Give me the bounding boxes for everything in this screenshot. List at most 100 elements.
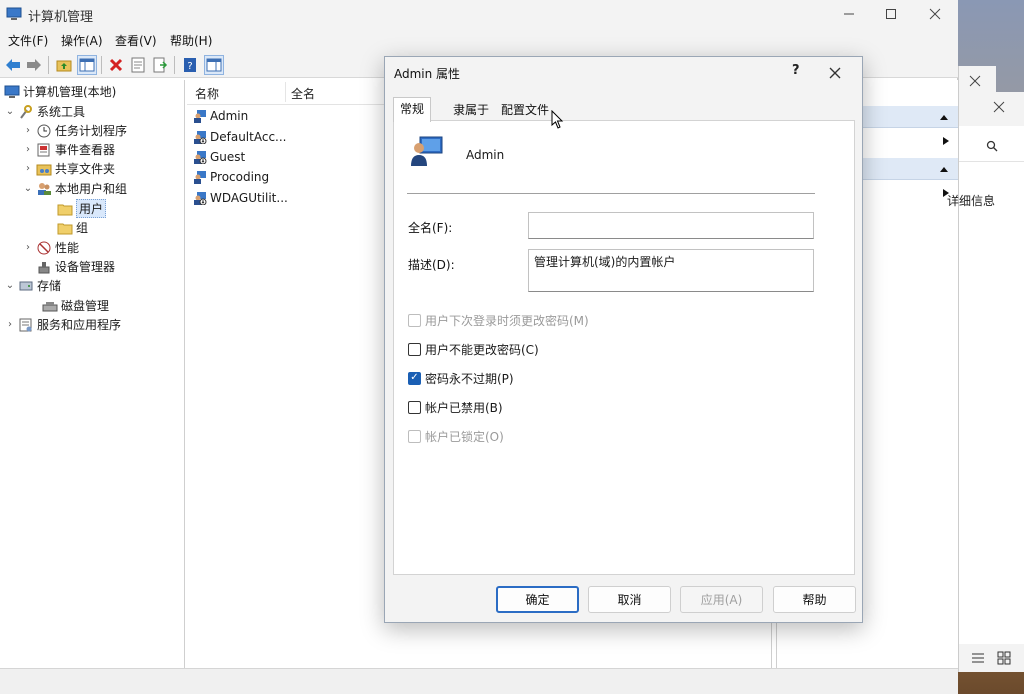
list-item[interactable]: DefaultAcc... [193, 127, 286, 147]
list-item[interactable]: Procoding [193, 167, 269, 187]
folder-up-icon [56, 60, 72, 72]
description-label: 描述(D): [408, 258, 455, 272]
shared-folder-icon [36, 162, 52, 176]
detail-label[interactable]: 详细信息 [947, 192, 995, 209]
forward-arrow-icon [27, 59, 41, 71]
menu-bar: 文件(F) 操作(A) 查看(V) 帮助(H) [0, 28, 958, 52]
tree-item-users[interactable]: 用户 [0, 199, 185, 218]
close-icon[interactable] [969, 75, 981, 87]
close-icon[interactable] [993, 101, 1005, 113]
details-view-icon[interactable] [971, 652, 985, 664]
action-pane-icon [206, 58, 222, 72]
account-locked-checkbox: 帐户已锁定(O) [408, 428, 504, 444]
tree-item-shared-folders[interactable]: › 共享文件夹 [0, 159, 185, 178]
chevron-right-icon[interactable]: › [22, 125, 34, 136]
checkbox-box[interactable] [408, 342, 421, 356]
device-manager-icon [36, 260, 52, 274]
checkbox-box [408, 313, 421, 327]
help-button[interactable]: 帮助 [773, 586, 856, 613]
collapse-up-icon[interactable] [939, 113, 949, 121]
tree-item-performance[interactable]: › 性能 [0, 238, 185, 257]
tiles-view-icon[interactable] [997, 651, 1011, 665]
dialog-close-button[interactable] [828, 60, 842, 85]
export-icon [153, 57, 168, 73]
tree-item-system-tools[interactable]: ⌄ 系统工具 [0, 102, 185, 121]
menu-file[interactable]: 文件(F) [8, 32, 48, 49]
menu-action[interactable]: 操作(A) [61, 32, 103, 49]
dialog-help-button[interactable]: ? [792, 63, 800, 78]
chevron-down-icon[interactable]: ⌄ [22, 183, 34, 194]
tab-general[interactable]: 常规 [393, 97, 432, 122]
tree-item-groups[interactable]: 组 [0, 218, 185, 237]
window-title: 计算机管理 [28, 10, 94, 25]
up-level-button[interactable] [54, 55, 74, 75]
collapse-up-icon[interactable] [939, 165, 949, 173]
minimize-button[interactable] [826, 0, 872, 28]
show-hide-tree-button[interactable] [77, 55, 97, 75]
cannot-change-password-checkbox[interactable]: 用户不能更改密码(C) [408, 341, 539, 357]
tree-item-disk-management[interactable]: 磁盘管理 [0, 296, 185, 315]
disabled-user-icon [193, 191, 207, 206]
chevron-right-icon[interactable]: › [22, 163, 34, 174]
tree-item-root[interactable]: 计算机管理(本地) [0, 82, 185, 101]
fullname-label: 全名(F): [408, 221, 453, 235]
chevron-right-icon[interactable]: › [22, 242, 34, 253]
password-never-expires-checkbox[interactable]: ✓ 密码永不过期(P) [408, 370, 514, 386]
user-icon [193, 170, 207, 184]
export-list-button[interactable] [150, 55, 170, 75]
tree-item-services-apps[interactable]: › 服务和应用程序 [0, 315, 185, 334]
search-icon[interactable] [986, 140, 998, 152]
folder-icon [57, 202, 73, 216]
folder-icon [57, 221, 73, 235]
show-hide-action-pane-button[interactable] [204, 55, 224, 75]
close-window-button[interactable] [912, 0, 958, 28]
column-resize-handle[interactable] [285, 82, 286, 102]
search-box[interactable] [959, 130, 1024, 162]
tools-icon [18, 104, 34, 119]
list-item[interactable]: WDAGUtilit... [193, 188, 288, 208]
tree-item-storage[interactable]: ⌄ 存储 [0, 276, 185, 295]
fullname-input[interactable] [528, 212, 814, 239]
computer-management-icon [6, 7, 22, 20]
chevron-down-icon[interactable]: ⌄ [4, 106, 16, 117]
admin-properties-dialog: Admin 属性 ? 常规 隶属于 配置文件 Admin 全名(F): 描述(D… [384, 56, 863, 623]
dialog-tabs: 常规 隶属于 配置文件 [393, 97, 853, 122]
help-toolbar-button[interactable]: ? [180, 55, 200, 75]
properties-button[interactable] [128, 55, 148, 75]
chevron-right-icon[interactable]: › [22, 144, 34, 155]
tree-item-task-scheduler[interactable]: › 任务计划程序 [0, 121, 185, 140]
cancel-button[interactable]: 取消 [588, 586, 671, 613]
help-book-icon: ? [184, 58, 196, 72]
list-item[interactable]: Guest [193, 147, 245, 167]
user-name: Admin [466, 148, 505, 162]
checkbox-box[interactable] [408, 400, 421, 414]
background-window-titlebar [959, 92, 1024, 126]
back-button[interactable] [3, 55, 23, 75]
list-item[interactable]: Admin [193, 106, 248, 126]
back-arrow-icon [6, 59, 20, 71]
disk-icon [42, 299, 58, 313]
menu-help[interactable]: 帮助(H) [170, 32, 212, 49]
account-disabled-checkbox[interactable]: 帐户已禁用(B) [408, 399, 503, 415]
tree-item-event-viewer[interactable]: › 事件查看器 [0, 140, 185, 159]
menu-view[interactable]: 查看(V) [115, 32, 157, 49]
tree-item-local-users-groups[interactable]: ⌄ 本地用户和组 [0, 179, 185, 198]
description-input[interactable]: 管理计算机(域)的内置帐户 [528, 249, 814, 292]
tree-item-device-manager[interactable]: 设备管理器 [0, 257, 185, 276]
column-name[interactable]: 名称 [195, 85, 219, 102]
maximize-button[interactable] [868, 0, 914, 28]
expand-right-icon[interactable] [942, 136, 950, 146]
tab-profile[interactable]: 配置文件 [495, 99, 555, 121]
user-icon [193, 109, 207, 123]
chevron-down-icon[interactable]: ⌄ [4, 280, 16, 291]
chevron-right-icon[interactable]: › [4, 319, 16, 330]
background-window[interactable]: 详细信息 [947, 92, 1024, 672]
console-tree-icon [79, 58, 95, 72]
checkbox-checked-icon[interactable]: ✓ [408, 371, 421, 385]
tab-member-of[interactable]: 隶属于 [447, 99, 495, 121]
delete-button[interactable] [106, 55, 126, 75]
apply-button: 应用(A) [680, 586, 763, 613]
ok-button[interactable]: 确定 [496, 586, 579, 613]
column-fullname[interactable]: 全名 [291, 85, 315, 102]
forward-button[interactable] [24, 55, 44, 75]
